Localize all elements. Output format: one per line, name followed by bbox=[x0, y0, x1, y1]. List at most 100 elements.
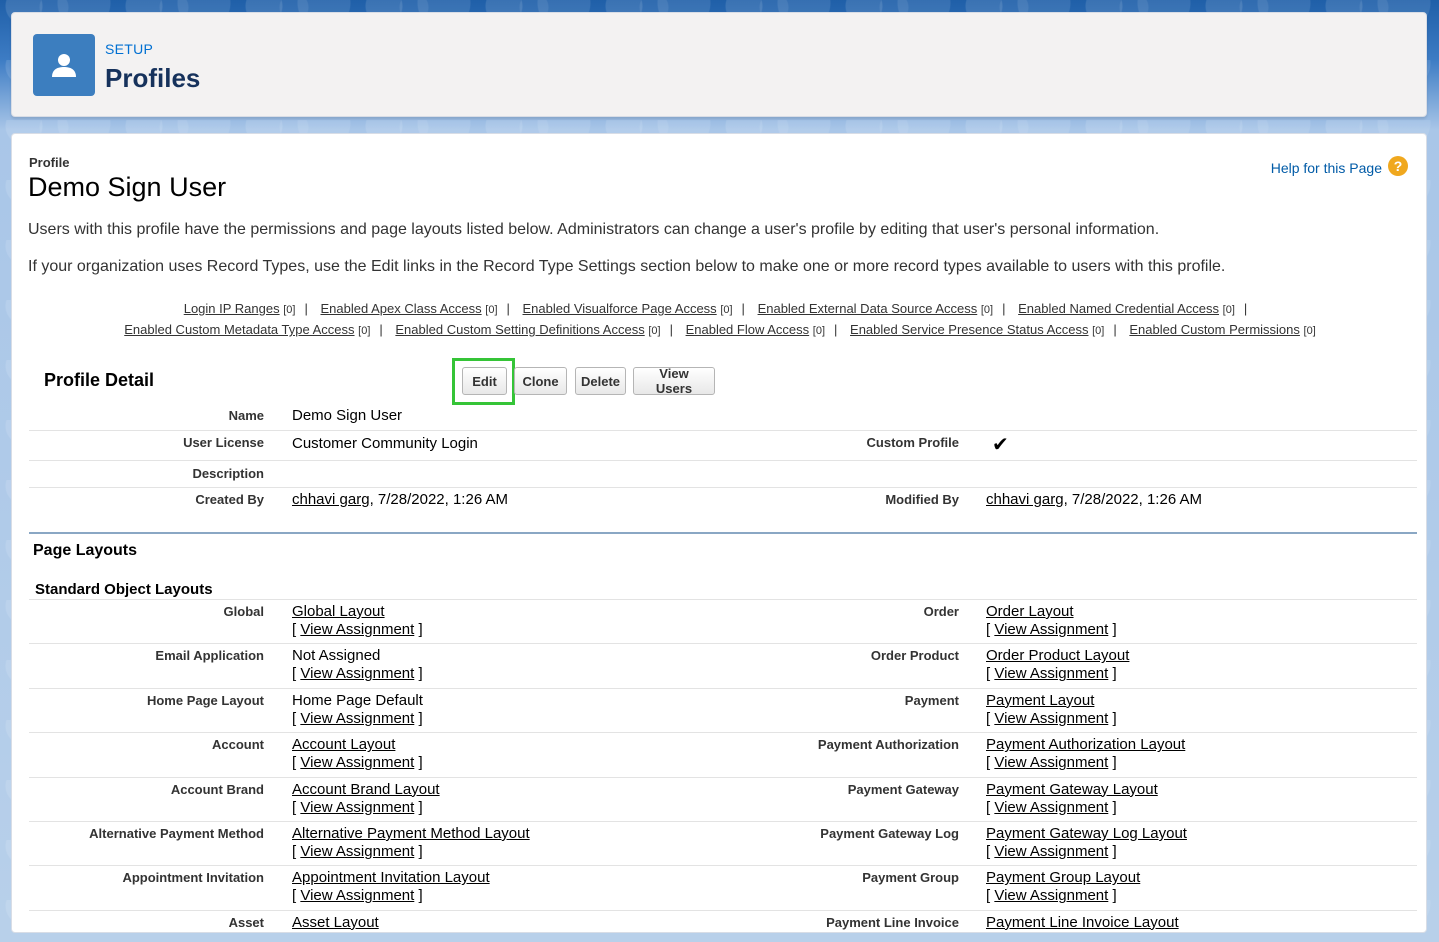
view-assignment-link[interactable]: View Assignment bbox=[994, 887, 1108, 904]
view-assignment-link[interactable]: View Assignment bbox=[300, 843, 414, 860]
delete-button[interactable]: Delete bbox=[575, 367, 626, 395]
layout-left-value: Alternative Payment Method Layout[ View … bbox=[292, 825, 530, 860]
user-license-value: Customer Community Login bbox=[292, 435, 478, 452]
page-header: SETUP Profiles bbox=[11, 12, 1427, 117]
table-row: Email Application Not Assigned[ View Assi… bbox=[29, 643, 1417, 688]
layout-left-value: Home Page Default[ View Assignment ] bbox=[292, 691, 423, 727]
layout-left-label: Appointment Invitation bbox=[122, 870, 264, 886]
related-links-line-2: Enabled Custom Metadata Type Access [0] |… bbox=[124, 322, 1316, 337]
page-title: Profiles bbox=[105, 63, 201, 93]
layout-right-label: Payment Gateway Log bbox=[820, 826, 959, 841]
profile-name-heading: Demo Sign User bbox=[28, 172, 227, 202]
layout-left-value: Not Assigned[ View Assignment ] bbox=[292, 647, 423, 683]
layout-right-label: Payment Group bbox=[862, 870, 959, 886]
modified-by-label: Modified By bbox=[885, 492, 959, 507]
detail-row-created: Created By chhavi garg, 7/28/2022, 1:26 … bbox=[29, 488, 1417, 518]
layout-left-name: Home Page Default bbox=[292, 691, 423, 709]
view-assignment-link[interactable]: View Assignment bbox=[300, 887, 414, 904]
view-assignment-link[interactable]: View Assignment bbox=[994, 799, 1108, 816]
table-row: Account Brand Account Brand Layout[ View … bbox=[29, 776, 1417, 822]
link-named-credential-access[interactable]: Enabled Named Credential Access bbox=[1018, 301, 1219, 316]
view-assignment-link[interactable]: View Assignment bbox=[300, 621, 414, 638]
layout-right-name[interactable]: Payment Line Invoice Layout bbox=[986, 914, 1179, 931]
link-login-ip-ranges[interactable]: Login IP Ranges bbox=[184, 301, 280, 316]
layout-left-name[interactable]: Account Brand Layout bbox=[292, 781, 440, 798]
view-assignment-link[interactable]: View Assignment bbox=[300, 799, 414, 816]
view-assignment-link[interactable]: View Assignment bbox=[994, 665, 1108, 682]
link-service-presence-status-access[interactable]: Enabled Service Presence Status Access bbox=[850, 322, 1088, 337]
link-apex-class-access[interactable]: Enabled Apex Class Access bbox=[320, 301, 481, 316]
link-custom-metadata-type-access[interactable]: Enabled Custom Metadata Type Access bbox=[124, 322, 354, 337]
layout-right-label: Payment bbox=[904, 692, 959, 708]
layout-right-value: Payment Layout[ View Assignment ] bbox=[986, 691, 1117, 727]
layout-right-value: Order Product Layout[ View Assignment ] bbox=[986, 647, 1130, 683]
layout-right-label: Payment Gateway bbox=[847, 781, 959, 797]
layout-left-label: Home Page Layout bbox=[146, 692, 264, 708]
description-text-2: If your organization uses Record Types, … bbox=[28, 258, 1226, 275]
table-row: Home Page Layout Home Page Default[ View … bbox=[29, 687, 1417, 733]
view-assignment-link[interactable]: View Assignment bbox=[994, 710, 1108, 727]
table-row: Account Account Layout[ View Assignment ]… bbox=[29, 732, 1417, 777]
layout-right-name[interactable]: Payment Gateway Log Layout bbox=[986, 825, 1187, 842]
view-assignment-link[interactable]: View Assignment bbox=[300, 665, 414, 682]
view-assignment-link[interactable]: View Assignment bbox=[300, 932, 414, 933]
created-by-user-link[interactable]: chhavi garg bbox=[292, 491, 370, 508]
help-link[interactable]: Help for this Page bbox=[1271, 160, 1382, 176]
custom-profile-label: Custom Profile bbox=[866, 435, 959, 450]
link-visualforce-page-access[interactable]: Enabled Visualforce Page Access bbox=[523, 301, 717, 316]
layout-right-name[interactable]: Payment Authorization Layout bbox=[986, 736, 1185, 753]
layout-left-label: Global bbox=[223, 604, 264, 619]
layout-right-label: Order Product bbox=[870, 648, 959, 664]
layout-right-value: Order Layout[ View Assignment ] bbox=[986, 603, 1117, 638]
layout-right-name[interactable]: Payment Group Layout bbox=[986, 869, 1140, 886]
name-label: Name bbox=[228, 408, 264, 423]
view-assignment-link[interactable]: View Assignment bbox=[994, 843, 1108, 860]
view-assignment-link[interactable]: View Assignment bbox=[300, 754, 414, 771]
table-row: Alternative Payment Method Alternative Pa… bbox=[29, 821, 1417, 866]
view-assignment-link[interactable]: View Assignment bbox=[300, 710, 414, 727]
help-icon[interactable]: ? bbox=[1388, 156, 1408, 176]
edit-button[interactable]: Edit bbox=[462, 367, 507, 395]
custom-profile-checkmark-icon: ✔ bbox=[992, 434, 1009, 456]
layout-left-name[interactable]: Appointment Invitation Layout bbox=[292, 869, 490, 886]
table-row: Appointment Invitation Appointment Invita… bbox=[29, 865, 1417, 910]
layout-right-label: Order bbox=[923, 604, 959, 619]
layout-left-name[interactable]: Alternative Payment Method Layout bbox=[292, 825, 530, 842]
created-by-value: chhavi garg, 7/28/2022, 1:26 AM bbox=[292, 491, 508, 508]
layout-left-name[interactable]: Account Layout bbox=[292, 736, 395, 753]
page-layouts-title: Page Layouts bbox=[33, 542, 138, 559]
layout-right-label: Payment Authorization bbox=[817, 737, 959, 753]
layout-right-value: Payment Group Layout[ View Assignment ] bbox=[986, 869, 1141, 905]
layout-left-name[interactable]: Asset Layout bbox=[292, 914, 379, 931]
layout-right-name[interactable]: Order Product Layout bbox=[986, 647, 1129, 664]
view-assignment-link[interactable]: View Assignment bbox=[994, 621, 1108, 638]
link-custom-setting-definitions-access[interactable]: Enabled Custom Setting Definitions Acces… bbox=[395, 322, 644, 337]
modified-by-user-link[interactable]: chhavi garg bbox=[986, 491, 1064, 508]
layout-right-name[interactable]: Payment Gateway Layout bbox=[986, 781, 1158, 798]
table-row: Global Global Layout[ View Assignment ] Or… bbox=[29, 599, 1417, 644]
section-divider bbox=[29, 532, 1417, 534]
link-custom-permissions[interactable]: Enabled Custom Permissions bbox=[1129, 322, 1300, 337]
description-text-1: Users with this profile have the permiss… bbox=[28, 221, 1160, 238]
layout-left-value: Asset Layout[ View Assignment ] bbox=[292, 914, 423, 933]
view-assignment-link[interactable]: View Assignment bbox=[994, 754, 1108, 771]
name-value: Demo Sign User bbox=[292, 407, 403, 424]
layout-right-name[interactable]: Order Layout bbox=[986, 603, 1074, 620]
layout-left-name: Not Assigned bbox=[292, 647, 381, 665]
layout-right-value: Payment Line Invoice Layout[ View Assign… bbox=[986, 914, 1179, 933]
profile-detail-title: Profile Detail bbox=[44, 370, 155, 390]
user-license-label: User License bbox=[183, 435, 264, 450]
link-external-data-source-access[interactable]: Enabled External Data Source Access bbox=[758, 301, 978, 316]
clone-button[interactable]: Clone bbox=[514, 367, 567, 395]
main-content: Profile Demo Sign User Help for this Pag… bbox=[11, 133, 1427, 933]
link-flow-access[interactable]: Enabled Flow Access bbox=[686, 322, 810, 337]
layout-right-name[interactable]: Payment Layout bbox=[986, 692, 1094, 709]
created-by-date: , 7/28/2022, 1:26 AM bbox=[369, 491, 508, 508]
view-assignment-link[interactable]: View Assignment bbox=[994, 932, 1108, 933]
modified-by-value: chhavi garg, 7/28/2022, 1:26 AM bbox=[986, 491, 1202, 508]
description-label: Description bbox=[192, 466, 264, 481]
layout-left-label: Asset bbox=[228, 914, 264, 930]
layout-left-label: Email Application bbox=[155, 648, 264, 664]
view-users-button[interactable]: View Users bbox=[633, 366, 715, 396]
layout-left-name[interactable]: Global Layout bbox=[292, 603, 385, 620]
